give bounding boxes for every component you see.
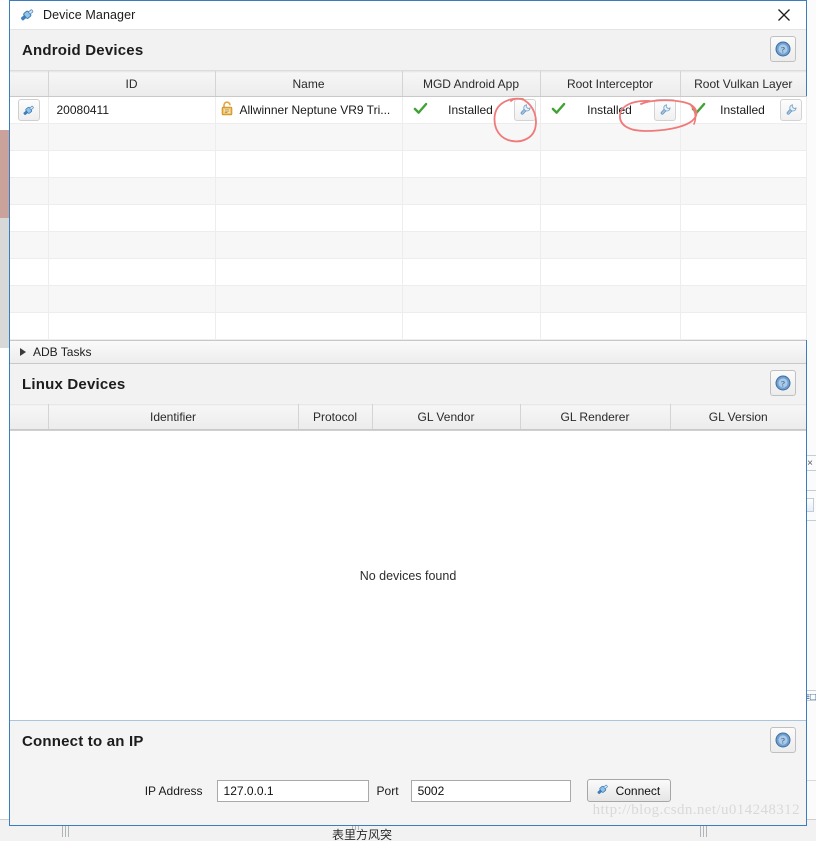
column-header-name[interactable]: Name xyxy=(215,71,403,97)
android-devices-table: ID Name MGD Android App Root Interceptor… xyxy=(10,71,807,340)
table-row-empty[interactable] xyxy=(10,258,807,286)
cell-mgd-android-app: Installed xyxy=(402,96,541,124)
table-row-empty[interactable] xyxy=(10,204,807,232)
connect-to-ip-title: Connect to an IP xyxy=(22,732,144,750)
table-row-empty[interactable] xyxy=(10,150,807,178)
cell-device-name: Allwinner Neptune VR9 Tri... xyxy=(215,96,403,124)
table-row-empty[interactable] xyxy=(10,123,807,151)
column-header-protocol[interactable]: Protocol xyxy=(298,404,373,430)
connect-to-ip-header: Connect to an IP ? xyxy=(10,721,806,761)
background-tick-marks xyxy=(700,825,709,837)
ip-address-input[interactable]: 127.0.0.1 xyxy=(216,779,369,802)
background-cjk-text: 表里方风突 xyxy=(332,828,393,842)
help-icon[interactable]: ? xyxy=(770,727,796,753)
connect-to-ip-panel: Connect to an IP ? IP Address 127.0.0.1 … xyxy=(10,720,806,825)
android-devices-title: Android Devices xyxy=(22,41,144,59)
column-header-root-vulkan-layer[interactable]: Root Vulkan Layer xyxy=(680,71,806,97)
background-strip-pink xyxy=(0,130,9,218)
wrench-icon[interactable] xyxy=(653,99,676,121)
device-manager-window: Device Manager Android Devices ? ID Name… xyxy=(9,0,807,826)
column-header-gl-renderer[interactable]: GL Renderer xyxy=(520,404,671,430)
column-header-id[interactable]: ID xyxy=(48,71,216,97)
green-check-icon xyxy=(551,101,566,119)
plug-icon[interactable] xyxy=(17,99,40,121)
plug-icon xyxy=(18,6,36,24)
background-strip-gray xyxy=(0,218,9,348)
column-header-select[interactable] xyxy=(10,404,49,430)
linux-devices-title: Linux Devices xyxy=(22,375,126,393)
connect-form-row: IP Address 127.0.0.1 Port 5002 Connect xyxy=(10,779,806,802)
port-input[interactable]: 5002 xyxy=(410,779,571,802)
column-header-select[interactable] xyxy=(10,71,49,97)
android-devices-table-wrap: ID Name MGD Android App Root Interceptor… xyxy=(10,71,807,340)
connect-button[interactable]: Connect xyxy=(586,779,672,802)
wrench-icon[interactable] xyxy=(513,99,536,121)
port-label: Port xyxy=(376,783,399,798)
svg-text:?: ? xyxy=(781,735,785,745)
help-icon[interactable]: ? xyxy=(770,36,796,62)
window-title-bar: Device Manager xyxy=(10,1,806,30)
ip-address-label: IP Address xyxy=(144,783,203,798)
root-vulkan-layer-status: Installed xyxy=(720,103,765,117)
cell-root-vulkan-layer: Installed xyxy=(680,96,807,124)
window-title: Device Manager xyxy=(43,8,136,22)
wrench-icon[interactable] xyxy=(779,99,802,121)
table-row[interactable]: 20080411 Allwinner Neptune VR9 Tri... In… xyxy=(10,96,807,124)
svg-text:?: ? xyxy=(781,378,785,388)
linux-devices-header: Linux Devices ? xyxy=(10,364,806,404)
cell-root-interceptor: Installed xyxy=(540,96,681,124)
column-header-root-interceptor[interactable]: Root Interceptor xyxy=(540,71,681,97)
table-row-empty[interactable] xyxy=(10,177,807,205)
background-glyph: × xyxy=(807,458,813,469)
cell-device-id: 20080411 xyxy=(48,96,216,124)
row-device-icon-cell xyxy=(10,96,49,124)
table-row-empty[interactable] xyxy=(10,312,807,340)
linux-devices-empty-state: No devices found xyxy=(10,430,806,720)
triangle-right-icon xyxy=(20,348,26,356)
lock-icon xyxy=(220,101,234,119)
root-interceptor-status: Installed xyxy=(587,103,632,117)
table-row-empty[interactable] xyxy=(10,285,807,313)
green-check-icon xyxy=(691,101,706,119)
plug-icon xyxy=(595,782,610,800)
close-icon[interactable] xyxy=(762,1,806,28)
linux-devices-table: Identifier Protocol GL Vendor GL Rendere… xyxy=(10,404,806,430)
column-header-gl-version[interactable]: GL Version xyxy=(670,404,806,430)
connect-button-label: Connect xyxy=(615,783,661,798)
green-check-icon xyxy=(413,101,428,119)
svg-text:?: ? xyxy=(781,44,785,54)
column-header-gl-vendor[interactable]: GL Vendor xyxy=(372,404,521,430)
device-name-label: Allwinner Neptune VR9 Tri... xyxy=(239,103,391,117)
table-header-row: Identifier Protocol GL Vendor GL Rendere… xyxy=(10,404,806,430)
android-devices-header: Android Devices ? xyxy=(10,30,806,71)
column-header-mgd-android-app[interactable]: MGD Android App xyxy=(402,71,541,97)
column-header-identifier[interactable]: Identifier xyxy=(48,404,299,430)
linux-devices-table-wrap: Identifier Protocol GL Vendor GL Rendere… xyxy=(10,404,806,430)
table-header-row: ID Name MGD Android App Root Interceptor… xyxy=(10,71,806,97)
background-tick-marks xyxy=(62,825,71,837)
help-icon[interactable]: ? xyxy=(770,370,796,396)
table-row-empty[interactable] xyxy=(10,231,807,259)
mgd-android-app-status: Installed xyxy=(448,103,493,117)
empty-message: No devices found xyxy=(359,568,457,583)
watermark-text: http://blog.csdn.net/u014248312 xyxy=(592,802,800,818)
adb-tasks-expander[interactable]: ADB Tasks xyxy=(10,340,806,364)
adb-tasks-label: ADB Tasks xyxy=(33,345,92,359)
